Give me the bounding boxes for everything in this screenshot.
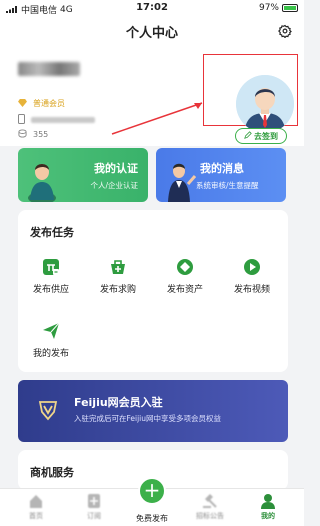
blurred-username [18, 62, 80, 76]
messages-card[interactable]: 我的消息 系统审核/生意提醒 [156, 148, 286, 202]
publish-video-item[interactable]: 发布视频 [219, 258, 285, 295]
vip-subtitle: 入驻完成后可在Feijiu网中享受多项会员权益 [74, 414, 222, 423]
publish-video-label: 发布视频 [233, 285, 270, 295]
status-right: 97% [259, 3, 298, 13]
certification-title: 我的认证 [94, 162, 138, 175]
subscribe-icon [86, 493, 102, 509]
publish-tasks-panel: 发布任务 发布供应 发布求购 发布资产 发布视频 我的发布 [18, 210, 288, 372]
certification-subtitle: 个人/企业认证 [90, 181, 138, 190]
phone-row [18, 114, 95, 126]
publish-supply-item[interactable]: 发布供应 [18, 258, 84, 295]
blurred-phone [31, 117, 95, 123]
diamond-icon [18, 98, 27, 109]
avatar-highlight-box [203, 54, 298, 133]
home-icon [28, 493, 44, 509]
phone-icon [18, 114, 25, 126]
free-publish-plus-button[interactable]: + [138, 477, 166, 505]
points-row: 355 [18, 129, 48, 140]
my-publish-item[interactable]: 我的发布 [18, 322, 84, 359]
tab-home[interactable]: 首页 [8, 493, 64, 521]
presenter-illustration-icon [168, 163, 196, 202]
tab-free-publish-label: 免费发布 [136, 514, 168, 523]
battery-icon [282, 4, 298, 12]
signin-button[interactable]: 去签到 [235, 128, 287, 144]
business-services-title: 商机服务 [30, 466, 74, 479]
tab-mine-label: 我的 [261, 512, 275, 520]
publish-demand-item[interactable]: 发布求购 [85, 258, 151, 295]
top-header: 个人中心 [0, 16, 304, 46]
bottom-tabbar: 首页 订阅 + 免费发布 招标公告 我的 [0, 477, 304, 526]
supply-icon [42, 258, 60, 276]
vip-shield-icon [36, 398, 60, 426]
publish-supply-label: 发布供应 [32, 285, 69, 295]
tab-mine[interactable]: 我的 [240, 493, 296, 521]
publish-assets-item[interactable]: 发布资产 [152, 258, 218, 295]
coins-icon [18, 129, 27, 140]
signin-label: 去签到 [254, 131, 278, 141]
tab-subscribe[interactable]: 订阅 [66, 493, 122, 521]
profile-section: 普通会员 355 去签到 [0, 46, 304, 146]
battery-percent: 97% [258, 3, 279, 13]
person-illustration-icon [28, 164, 56, 202]
certification-card[interactable]: 我的认证 个人/企业认证 [18, 148, 148, 202]
status-bar: 中国电信 4G 17:02 97% [0, 0, 304, 16]
gavel-icon [202, 493, 218, 509]
shopping-basket-icon [109, 258, 127, 276]
user-icon [260, 493, 276, 509]
tab-tender[interactable]: 招标公告 [182, 493, 238, 521]
member-level: 普通会员 [33, 99, 65, 108]
messages-title: 我的消息 [200, 162, 244, 175]
tab-subscribe-label: 订阅 [87, 512, 101, 520]
my-publish-label: 我的发布 [32, 349, 69, 359]
publish-tasks-title: 发布任务 [30, 226, 74, 239]
publish-assets-label: 发布资产 [166, 285, 203, 295]
settings-gear-icon[interactable] [278, 23, 292, 39]
points-value: 355 [33, 130, 49, 139]
vip-title: Feijiu网会员入驻 [74, 396, 163, 409]
tab-home-label: 首页 [29, 512, 43, 520]
tab-tender-label: 招标公告 [196, 512, 224, 520]
play-video-icon [243, 258, 261, 276]
pencil-icon [244, 131, 252, 141]
publish-demand-label: 发布求购 [99, 285, 136, 295]
member-row: 普通会员 [18, 98, 65, 109]
assets-icon [176, 258, 194, 276]
vip-join-banner[interactable]: Feijiu网会员入驻 入驻完成后可在Feijiu网中享受多项会员权益 [18, 380, 288, 442]
paper-plane-icon [42, 322, 60, 340]
page-title: 个人中心 [125, 26, 178, 41]
annotation-arrow [111, 102, 203, 135]
avatar[interactable] [236, 75, 294, 133]
messages-subtitle: 系统审核/生意提醒 [196, 181, 259, 190]
